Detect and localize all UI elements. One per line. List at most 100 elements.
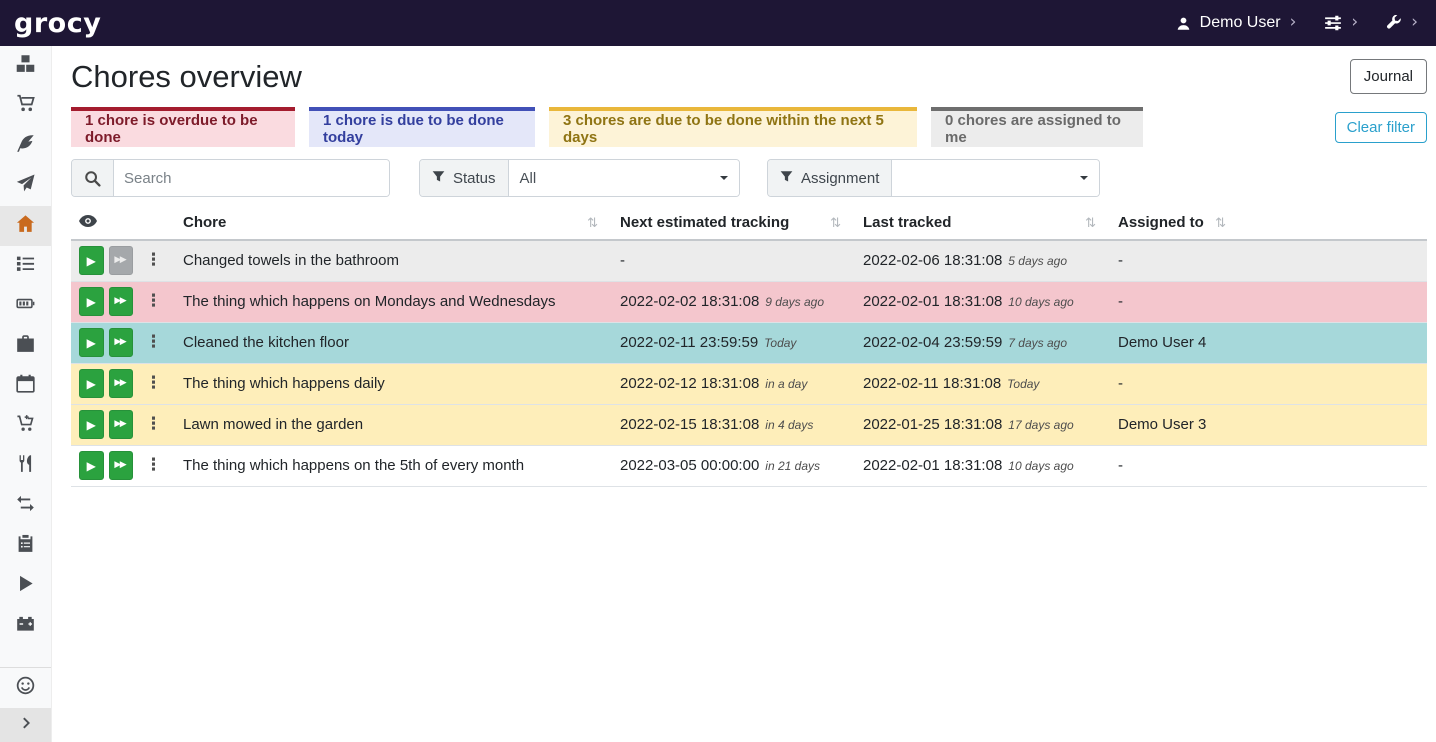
assigned-to-cell: Demo User 4 (1110, 322, 1240, 363)
row-menu-button[interactable] (140, 416, 167, 433)
sidebar-item-toolbox[interactable] (0, 326, 51, 366)
last-relative: 10 days ago (1008, 295, 1073, 309)
next-date: - (620, 252, 625, 269)
status-card-due-soon[interactable]: 3 chores are due to be done within the n… (549, 107, 917, 147)
next-tracking-cell: 2022-02-11 23:59:59 Today (612, 322, 855, 363)
last-date: 2022-02-11 18:31:08 (863, 375, 1001, 392)
chore-name: The thing which happens daily (175, 363, 612, 404)
column-visibility-header[interactable] (71, 207, 175, 240)
track-chore-button[interactable] (79, 451, 104, 480)
car-battery-icon (16, 614, 35, 638)
chevron-right-icon (19, 716, 33, 735)
chore-name: Changed towels in the bathroom (175, 240, 612, 281)
sidebar-item-play[interactable] (0, 566, 51, 606)
status-card-assigned-to-me[interactable]: 0 chores are assigned to me (931, 107, 1143, 147)
next-relative: Today (764, 336, 796, 350)
status-card-overdue[interactable]: 1 chore is overdue to be done (71, 107, 295, 147)
track-chore-button[interactable] (79, 369, 104, 398)
skip-chore-button[interactable] (109, 410, 134, 439)
sidebar-item-boxes[interactable] (0, 46, 51, 86)
sidebar-item-feather[interactable] (0, 126, 51, 166)
sidebar-item-car-battery[interactable] (0, 606, 51, 646)
last-date: 2022-01-25 18:31:08 (863, 416, 1002, 433)
user-icon (1176, 16, 1191, 31)
status-card-due-today[interactable]: 1 chore is due to be done today (309, 107, 535, 147)
user-menu[interactable]: Demo User (1176, 14, 1297, 32)
row-menu-button[interactable] (140, 375, 167, 392)
row-menu-button[interactable] (140, 457, 167, 474)
main-content: Chores overview Journal 1 chore is overd… (52, 46, 1436, 742)
app-logo[interactable]: grocy (14, 8, 101, 39)
sidebar-item-clipboard[interactable] (0, 526, 51, 566)
status-card-label: 0 chores are assigned to me (945, 112, 1129, 146)
exchange-arrows-icon (16, 494, 35, 518)
chore-name: The thing which happens on Mondays and W… (175, 281, 612, 322)
clear-filter-button[interactable]: Clear filter (1335, 112, 1427, 143)
column-header-assigned-to[interactable]: Assigned to (1110, 207, 1240, 240)
journal-button[interactable]: Journal (1350, 59, 1427, 94)
track-chore-button[interactable] (79, 328, 104, 357)
chores-table: Chore Next estimated tracking Last track… (71, 207, 1427, 487)
status-filter-label: Status (420, 160, 509, 196)
topbar: grocy Demo User (0, 0, 1436, 46)
sidebar-expand-button[interactable] (0, 708, 51, 742)
last-relative: 17 days ago (1008, 418, 1073, 432)
table-row: The thing which happens on Mondays and W… (71, 281, 1427, 322)
sidebar-item-exchange[interactable] (0, 486, 51, 526)
track-chore-button[interactable] (79, 246, 104, 275)
last-relative: 10 days ago (1008, 459, 1073, 473)
status-filter-group: Status All (419, 159, 740, 197)
search-icon (72, 160, 114, 196)
last-date: 2022-02-01 18:31:08 (863, 457, 1002, 474)
skip-chore-button[interactable] (109, 369, 134, 398)
sidebar-item-battery[interactable] (0, 286, 51, 326)
next-relative: 9 days ago (765, 295, 824, 309)
next-date: 2022-02-11 23:59:59 (620, 334, 758, 351)
sidebar-item-paper-plane[interactable] (0, 166, 51, 206)
skip-chore-button[interactable] (109, 287, 134, 316)
skip-chore-button[interactable] (109, 451, 134, 480)
chore-name: Lawn mowed in the garden (175, 404, 612, 445)
feather-icon (16, 134, 35, 158)
sort-icon (587, 214, 598, 231)
next-tracking-cell: 2022-02-12 18:31:08in a day (612, 363, 855, 404)
table-row: The thing which happens daily 2022-02-12… (71, 363, 1427, 404)
next-tracking-cell: 2022-02-15 18:31:08in 4 days (612, 404, 855, 445)
assigned-to-cell: - (1110, 363, 1240, 404)
filter-funnel-icon (780, 170, 793, 187)
admin-menu[interactable] (1386, 14, 1418, 32)
settings-menu[interactable] (1324, 14, 1358, 32)
last-tracked-cell: 2022-02-04 23:59:597 days ago (855, 322, 1110, 363)
sidebar-item-shopping-cart[interactable] (0, 86, 51, 126)
track-chore-button[interactable] (79, 410, 104, 439)
assignment-select[interactable] (892, 160, 1099, 196)
shopping-cart-icon (16, 94, 35, 118)
sliders-icon (1324, 14, 1342, 32)
row-menu-button[interactable] (140, 252, 167, 269)
assigned-to-cell: - (1110, 445, 1240, 486)
toolbox-icon (16, 334, 35, 358)
sidebar-item-chores[interactable] (0, 206, 51, 246)
eye-icon (79, 214, 97, 231)
sidebar-item-cart-plus[interactable] (0, 406, 51, 446)
sidebar-item-calendar[interactable] (0, 366, 51, 406)
assignment-filter-label: Assignment (768, 160, 892, 196)
column-header-chore[interactable]: Chore (175, 207, 612, 240)
paper-plane-icon (16, 174, 35, 198)
column-header-last-tracked[interactable]: Last tracked (855, 207, 1110, 240)
sidebar-item-smiley[interactable] (0, 668, 51, 708)
sidebar-item-utensils[interactable] (0, 446, 51, 486)
sidebar-item-checklist[interactable] (0, 246, 51, 286)
status-select[interactable]: All (509, 160, 739, 196)
skip-chore-button[interactable] (109, 328, 134, 357)
row-menu-button[interactable] (140, 334, 167, 351)
search-group (71, 159, 390, 197)
search-input[interactable] (114, 160, 389, 196)
track-chore-button[interactable] (79, 287, 104, 316)
calendar-icon (16, 374, 35, 398)
column-header-next-tracking[interactable]: Next estimated tracking (612, 207, 855, 240)
next-tracking-cell: - (612, 240, 855, 281)
chore-name: The thing which happens on the 5th of ev… (175, 445, 612, 486)
row-menu-button[interactable] (140, 293, 167, 310)
play-icon (16, 574, 35, 598)
